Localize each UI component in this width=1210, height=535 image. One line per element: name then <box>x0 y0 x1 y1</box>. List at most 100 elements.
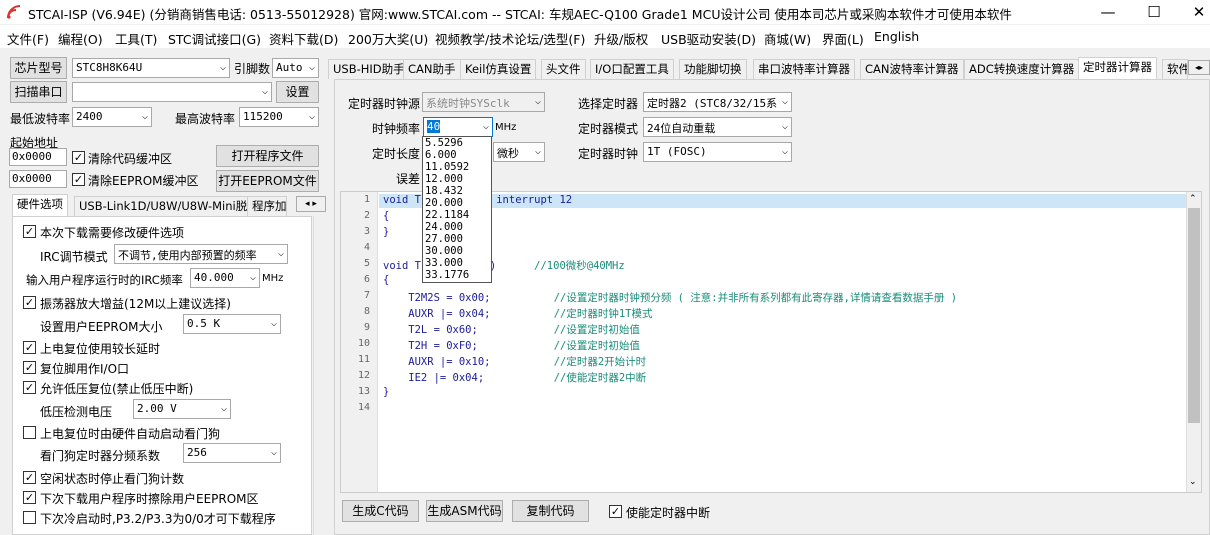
tab-usb-hid[interactable]: USB-HID助手 <box>328 59 410 79</box>
scroll-down-icon[interactable]: ⌄ <box>1189 477 1197 487</box>
tab-hardware-options[interactable]: 硬件选项 <box>12 194 68 216</box>
chip-model-select[interactable]: STC8H8K64U ⌵ <box>72 58 230 78</box>
maximize-button[interactable]: ☐ <box>1131 0 1177 24</box>
freq-select[interactable]: 40 ⌵ <box>423 117 493 137</box>
freq-option[interactable]: 6.000 <box>423 149 491 161</box>
line-number: 2 <box>363 210 370 221</box>
scan-port-button[interactable]: 扫描串口 <box>10 81 67 103</box>
freq-option[interactable]: 24.000 <box>423 221 491 233</box>
gen-asm-button[interactable]: 生成ASM代码 <box>426 500 503 522</box>
tab-usb-link[interactable]: USB-Link1D/U8W/U8W-Mini脱机 <box>74 196 264 216</box>
freq-dropdown-list[interactable]: 5.5296 6.000 11.0592 12.000 18.432 20.00… <box>422 136 492 283</box>
irc-freq-select[interactable]: 40.000 ⌵ <box>190 268 260 288</box>
tab-can-helper[interactable]: CAN助手 <box>403 59 461 79</box>
menu-program[interactable]: 编程(O) <box>58 29 103 48</box>
open-program-button[interactable]: 打开程序文件 <box>216 145 319 167</box>
addr-input-1[interactable]: 0x0000 <box>9 148 67 166</box>
open-eeprom-button[interactable]: 打开EEPROM文件 <box>216 170 319 192</box>
freq-option[interactable]: 30.000 <box>423 245 491 257</box>
tab-scroll-arrows[interactable]: ◂ ▸ <box>296 196 326 212</box>
clear-code-checkbox[interactable]: ✓ <box>72 151 85 164</box>
chip-model-button[interactable]: 芯片型号 <box>10 57 67 79</box>
tab-program-add[interactable]: 程序加 <box>247 196 287 216</box>
tab-uart-baud[interactable]: 串口波特率计算器 <box>753 59 855 79</box>
freq-option[interactable]: 33.000 <box>423 257 491 269</box>
copy-code-button[interactable]: 复制代码 <box>512 500 589 522</box>
tclk-select[interactable]: 1T (FOSC) ⌵ <box>643 142 792 162</box>
addr-input-2[interactable]: 0x0000 <box>9 170 67 188</box>
opt-modify-hw-label: 本次下载需要修改硬件选项 <box>40 226 185 240</box>
minimize-button[interactable]: — <box>1085 0 1131 24</box>
freq-option[interactable]: 12.000 <box>423 173 491 185</box>
opt-long-delay-checkbox[interactable]: ✓ <box>23 341 36 354</box>
left-scrollbar[interactable] <box>313 216 321 535</box>
code-line: T2M2S = 0x00; //设置定时器时钟预分频 ( 注意:并非所有系列都有… <box>383 290 957 305</box>
menu-upgrade[interactable]: 升级/版权 <box>594 29 648 48</box>
opt-osc-gain-checkbox[interactable]: ✓ <box>23 296 36 309</box>
freq-option[interactable]: 33.1776 <box>423 269 491 281</box>
max-baud-label: 最高波特率 <box>175 112 236 126</box>
freq-option[interactable]: 27.000 <box>423 233 491 245</box>
irc-freq-value: 40.000 <box>194 271 234 284</box>
opt-erase-eeprom-checkbox[interactable]: ✓ <box>23 491 36 504</box>
menu-english[interactable]: English <box>874 29 919 44</box>
opt-idle-wdt-checkbox[interactable]: ✓ <box>23 471 36 484</box>
freq-option[interactable]: 22.1184 <box>423 209 491 221</box>
scroll-up-icon[interactable]: ⌃ <box>1189 194 1197 204</box>
menu-usb-driver[interactable]: USB驱动安装(D) <box>661 29 756 48</box>
chevron-down-icon: ⌵ <box>141 111 148 122</box>
len-unit-select[interactable]: 微秒 ⌵ <box>493 142 545 162</box>
wdt-div-select[interactable]: 256 ⌵ <box>183 443 281 463</box>
menu-file[interactable]: 文件(F) <box>7 29 49 48</box>
eeprom-size-select[interactable]: 0.5 K ⌵ <box>183 314 281 334</box>
tab-scroll-arrows[interactable]: ◂▸ <box>1188 60 1210 75</box>
opt-low-voltage-checkbox[interactable]: ✓ <box>23 381 36 394</box>
tab-io-config[interactable]: I/O口配置工具 <box>590 59 674 79</box>
menu-mall[interactable]: 商城(W) <box>764 29 811 48</box>
tab-timer-calc[interactable]: 定时器计算器 <box>1078 57 1157 79</box>
menu-award[interactable]: 200万大奖(U) <box>348 29 428 48</box>
menu-tools[interactable]: 工具(T) <box>115 29 157 48</box>
tab-pin-switch[interactable]: 功能脚切换 <box>679 59 747 79</box>
menu-download[interactable]: 资料下载(D) <box>269 29 338 48</box>
tab-can-baud[interactable]: CAN波特率计算器 <box>860 59 964 79</box>
irc-mode-select[interactable]: 不调节,使用内部预置的频率 ⌵ <box>114 244 288 264</box>
settings-button[interactable]: 设置 <box>276 81 319 103</box>
tab-adc-speed[interactable]: ADC转换速度计算器 <box>964 59 1080 79</box>
opt-auto-wdt-checkbox[interactable] <box>23 426 36 439</box>
menu-video[interactable]: 视频教学/技术论坛/选型(F) <box>435 29 585 48</box>
min-baud-select[interactable]: 2400 ⌵ <box>72 107 152 127</box>
freq-option[interactable]: 20.000 <box>423 197 491 209</box>
mode-select[interactable]: 24位自动重载 ⌵ <box>643 117 792 137</box>
opt-reset-io-checkbox[interactable]: ✓ <box>23 361 36 374</box>
clear-eeprom-checkbox[interactable]: ✓ <box>72 173 85 186</box>
enable-int-checkbox[interactable]: ✓ <box>609 505 622 518</box>
clk-src-value: 系统时钟SYSclk <box>426 97 510 110</box>
irc-mode-value: 不调节,使用内部预置的频率 <box>118 249 257 262</box>
port-select[interactable]: ⌵ <box>72 82 272 102</box>
gen-c-button[interactable]: 生成C代码 <box>342 500 419 522</box>
tab-header-file[interactable]: 头文件 <box>541 59 586 79</box>
close-button[interactable]: ✕ <box>1176 0 1210 24</box>
chevron-down-icon: ⌵ <box>781 121 788 132</box>
lv-detect-select[interactable]: 2.00 V ⌵ <box>133 399 231 419</box>
code-text: AUXR |= 0x04; <box>383 308 554 320</box>
scroll-thumb[interactable] <box>1188 208 1200 423</box>
menu-ui[interactable]: 界面(L) <box>822 29 864 48</box>
tab-software[interactable]: 软件 <box>1162 59 1188 79</box>
sel-timer-select[interactable]: 定时器2 (STC8/32/15系 ⌵ <box>643 92 792 112</box>
menu-debug[interactable]: STC调试接口(G) <box>168 29 261 48</box>
max-baud-select[interactable]: 115200 ⌵ <box>239 107 319 127</box>
tclk-label: 定时器时钟 <box>578 147 639 161</box>
freq-option[interactable]: 5.5296 <box>423 137 491 149</box>
code-comment: //设置定时器时钟预分频 ( 注意:并非所有系列都有此寄存器,详情请查看数据手册… <box>553 292 958 304</box>
freq-option[interactable]: 11.0592 <box>423 161 491 173</box>
opt-modify-hw-checkbox[interactable]: ✓ <box>23 225 36 238</box>
opt-p32-p33-checkbox[interactable] <box>23 511 36 524</box>
code-scrollbar[interactable]: ⌃ ⌄ <box>1186 192 1201 492</box>
clk-src-select[interactable]: 系统时钟SYSclk ⌵ <box>422 92 545 112</box>
freq-option[interactable]: 18.432 <box>423 185 491 197</box>
tab-keil-sim[interactable]: Keil仿真设置 <box>460 59 537 79</box>
line-number: 8 <box>363 306 370 317</box>
pin-select[interactable]: Auto ⌵ <box>272 58 319 78</box>
